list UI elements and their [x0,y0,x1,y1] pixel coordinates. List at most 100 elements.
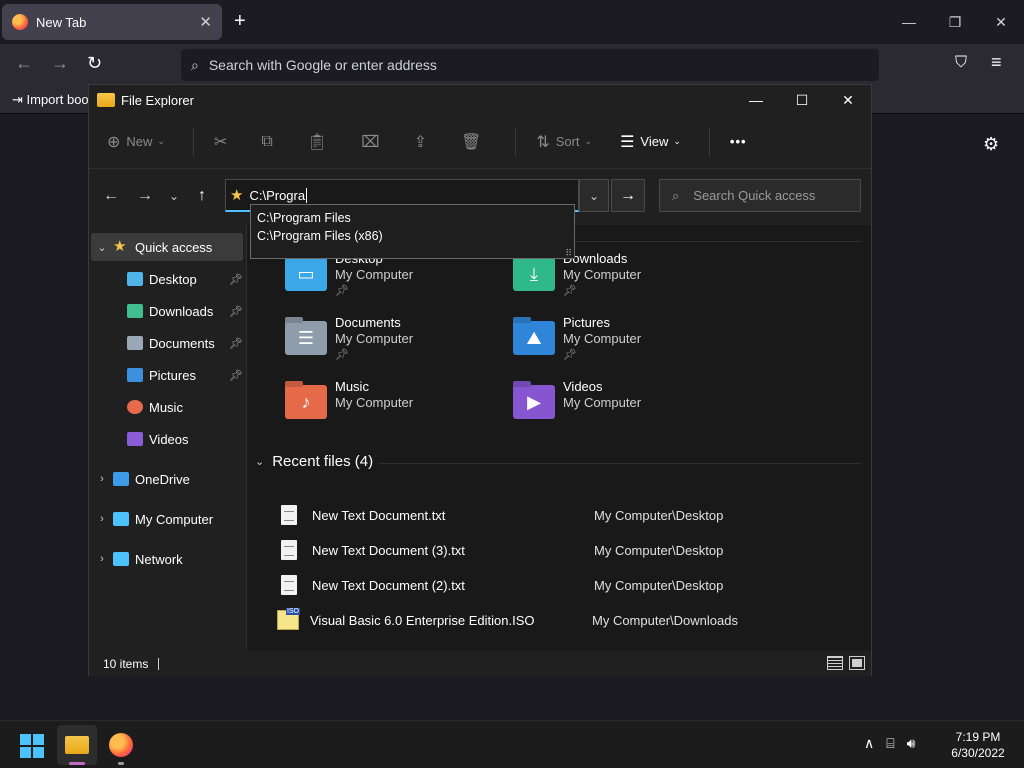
quick-access-downloads[interactable]: ⤓ Downloads My Computer 📌︎ [513,251,733,311]
go-button[interactable]: → [611,179,645,212]
pictures-glyph-icon: ⛰ [526,327,542,348]
delete-button[interactable]: 🗑︎ [461,132,487,152]
clock[interactable]: 7:19 PM 6/30/2022 [948,729,1008,761]
share-icon: ⇪ [413,133,427,151]
forward-arrow-icon[interactable]: → [51,53,69,74]
chevron-down-icon: ⌄ [157,136,165,146]
pin-icon: 📌︎ [229,305,243,318]
download-icon [127,304,143,318]
recent-file-row[interactable]: New Text Document (3).txt My Computer\Des… [281,535,861,565]
close-icon[interactable]: ✕ [978,0,1024,44]
sidebar-item-onedrive[interactable]: › OneDrive [89,465,245,493]
cut-button[interactable]: ✂ [214,132,233,152]
chevron-right-icon[interactable]: › [91,473,113,485]
autocomplete-item[interactable]: C:\Program Files [257,209,568,227]
computer-icon [113,512,129,526]
text-file-icon [281,575,297,595]
recent-file-row[interactable]: Visual Basic 6.0 Enterprise Edition.ISO M… [277,605,861,635]
new-button[interactable]: ⊕ New ⌄ [107,132,165,152]
sidebar-item-music[interactable]: Music [89,393,245,421]
rename-button[interactable]: ⌧ [361,132,385,152]
recent-file-row[interactable]: New Text Document (2).txt My Computer\Des… [281,570,861,600]
sidebar-item-label: Music [149,399,183,415]
close-tab-icon[interactable]: ✕ [199,13,212,31]
quick-access-desktop[interactable]: ▭DesktopMy Computer📌︎ [285,251,505,311]
tiles-view-icon[interactable] [849,656,865,670]
quick-access-documents[interactable]: ☰ Documents My Computer 📌︎ [285,315,505,375]
tab-new-tab[interactable]: New Tab ✕ [2,4,222,40]
details-view-icon[interactable] [827,656,843,670]
back-arrow-icon[interactable]: ← [15,53,33,74]
search-icon: ⌕ [191,56,199,73]
chevron-right-icon[interactable]: › [91,553,113,565]
sidebar-item-label: Pictures [149,367,196,383]
import-bookmarks-button[interactable]: ⇥ Import boo [12,92,89,108]
gear-icon[interactable]: ⚙ [983,134,999,155]
recent-file-row[interactable]: New Text Document.txt My Computer\Desktop [281,500,861,530]
restore-icon[interactable]: ❐ [932,0,978,44]
view-list-icon: ☰ [620,133,635,151]
music-icon [127,400,143,414]
status-divider [158,657,160,670]
pocket-icon[interactable]: ⛉ [955,54,967,72]
chevron-down-icon[interactable]: ⌄ [91,241,113,254]
sidebar-item-pictures[interactable]: Pictures 📌︎ [89,361,245,389]
minimize-icon[interactable]: — [886,0,932,44]
chevron-right-icon[interactable]: › [91,513,113,525]
quick-access-pictures[interactable]: ⛰ Pictures My Computer 📌︎ [513,315,733,375]
sidebar-item-desktop[interactable]: Desktop 📌︎ [89,265,245,293]
sidebar-item-label: OneDrive [135,471,190,487]
sidebar-item-quick-access[interactable]: ⌄ ★ Quick access [91,233,243,261]
clock-time: 7:19 PM [955,730,1001,744]
address-history-dropdown[interactable]: ⌄ [579,179,609,212]
new-tab-button[interactable]: + [234,10,246,32]
menu-icon[interactable]: ≡ [991,52,1002,73]
recent-locations-icon[interactable]: ⌄ [169,189,179,203]
status-bar: 10 items [89,651,871,676]
sidebar-item-documents[interactable]: Documents 📌︎ [89,329,245,357]
cloud-icon [113,472,129,486]
volume-icon[interactable]: 🔊︎ [907,735,916,752]
pictures-icon [127,368,143,382]
reload-icon[interactable]: ↻ [87,53,102,74]
recent-files-header[interactable]: ⌄ Recent files (4) [255,453,373,470]
copy-icon: ⧉ [261,132,273,150]
share-button[interactable]: ⇪ [414,132,433,152]
more-icon: ••• [729,134,747,149]
chevron-up-icon[interactable]: ∧ [864,735,874,752]
taskbar-file-explorer[interactable] [57,725,97,765]
firefox-icon [109,733,133,757]
music-glyph-icon: ♪ [301,391,311,412]
file-location: My Computer\Desktop [594,507,724,523]
sidebar-item-label: Videos [149,431,189,447]
url-bar[interactable]: ⌕ Search with Google or enter address [181,49,879,81]
paste-button[interactable]: 📋︎ [307,132,333,152]
address-input[interactable]: C:\Progra [249,188,305,203]
taskbar-firefox[interactable] [101,725,141,765]
copy-button[interactable]: ⧉ [261,133,278,151]
minimize-icon[interactable]: — [733,85,779,115]
close-icon[interactable]: ✕ [825,85,871,115]
view-button[interactable]: ☰ View ⌄ [620,132,681,152]
search-input[interactable]: ⌕ Search Quick access [659,179,861,212]
sort-button[interactable]: ⇅ Sort ⌄ [536,132,592,152]
autocomplete-item[interactable]: C:\Program Files (x86) [257,227,568,245]
maximize-icon[interactable]: ☐ [779,85,825,115]
sidebar-item-network[interactable]: › Network [89,545,245,573]
more-options-button[interactable]: ••• [730,134,747,149]
toolbar-divider [515,127,517,156]
file-location: My Computer\Desktop [594,577,724,593]
up-arrow-icon[interactable]: ↑ [198,187,206,205]
sidebar-item-videos[interactable]: Videos [89,425,245,453]
sidebar-item-my-computer[interactable]: › My Computer [89,505,245,533]
forward-arrow-icon[interactable]: → [137,187,153,205]
quick-access-videos[interactable]: ▶ Videos My Computer [513,379,733,439]
resize-grip-icon[interactable]: ⠿ [565,249,572,258]
windows-start-icon[interactable] [20,734,44,758]
network-icon [113,552,129,566]
sidebar-item-downloads[interactable]: Downloads 📌︎ [89,297,245,325]
quick-access-music[interactable]: ♪ Music My Computer [285,379,505,439]
network-icon[interactable]: ⌸ [886,735,894,752]
back-arrow-icon[interactable]: ← [103,187,119,205]
chevron-down-icon: ⌄ [673,136,681,146]
